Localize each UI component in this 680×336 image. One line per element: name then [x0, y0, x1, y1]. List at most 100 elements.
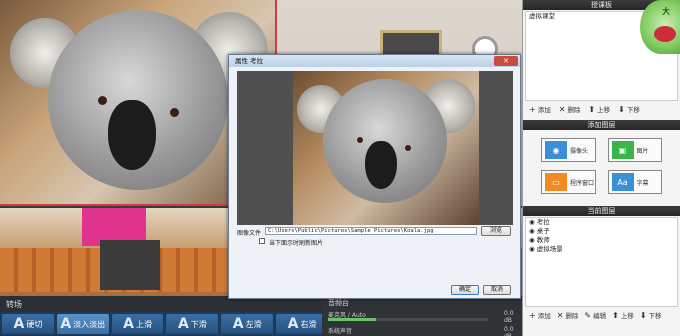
transition-slide-down-button[interactable]: A 下滑 — [166, 314, 219, 334]
op-label: 上移 — [620, 312, 634, 320]
koala-eye-right — [405, 145, 411, 151]
layer-item[interactable]: ◉ 考拉 — [526, 218, 677, 227]
add-subtitle-button[interactable]: Aa 字幕 — [607, 170, 662, 194]
eye-icon[interactable]: ◉ — [529, 227, 537, 235]
transition-slide-up-button[interactable]: A 上滑 — [111, 314, 164, 334]
koala-eye-left — [98, 96, 107, 105]
add-window-button[interactable]: ▭ 程序窗口 — [541, 170, 596, 194]
koala-nose — [365, 141, 397, 189]
transition-hard-cut-button[interactable]: A 硬切 — [2, 314, 54, 334]
layer-name: 虚拟场景 — [536, 245, 563, 253]
camera-icon: ◉ — [545, 141, 567, 159]
transition-glyph-icon: A — [287, 316, 299, 332]
edit-button[interactable]: ✎ 编辑 — [584, 310, 606, 320]
lesson-board-ops: + 添加 ✕ 删除 ⬆ 上移 ⬇ 下移 — [523, 102, 680, 116]
layer-name: 考拉 — [536, 218, 550, 226]
transition-label: 左滑 — [245, 319, 262, 329]
op-label: 上移 — [597, 106, 611, 114]
refresh-checkbox[interactable] — [259, 238, 265, 244]
ok-button[interactable]: 确定 — [451, 285, 479, 295]
layer-item[interactable]: ◉ 桌子 — [526, 227, 677, 236]
transitions-bar: A 硬切 A 淡入淡出 A 上滑 A 下滑 A 左滑 A 右滑 — [0, 312, 330, 336]
mic-value: 0.0 dB — [504, 310, 514, 324]
logo-red-shape — [654, 26, 676, 42]
op-label: 下移 — [626, 106, 640, 114]
add-layer-header: 添加图层 — [523, 120, 680, 130]
arrow-down-icon: ⬇ — [618, 105, 625, 114]
x-icon: ✕ — [556, 311, 564, 320]
arrow-up-icon: ⬆ — [612, 311, 619, 320]
current-layers-header: 当前图层 — [523, 206, 680, 216]
properties-dialog: 属性 考拉 ✕ 图像文件 C:\Users\Public\Pictures\Sa… — [228, 54, 521, 299]
dialog-title: 属性 考拉 — [235, 57, 264, 65]
close-icon[interactable]: ✕ — [494, 56, 518, 66]
image-preview — [237, 71, 513, 225]
transition-glyph-icon: A — [60, 316, 72, 332]
add-button[interactable]: + 添加 — [529, 310, 551, 320]
delete-button[interactable]: ✕ 删除 — [559, 104, 581, 114]
desk-center — [100, 240, 160, 290]
mic-volume-slider[interactable] — [328, 318, 488, 321]
transition-label: 淡入淡出 — [73, 319, 106, 329]
op-label: 删除 — [567, 106, 581, 114]
plus-icon: + — [529, 105, 536, 114]
x-icon: ✕ — [558, 105, 566, 114]
op-label: 编辑 — [593, 312, 607, 320]
current-layers-ops: + 添加 ✕ 删除 ✎ 编辑 ⬆ 上移 ⬇ 下移 — [523, 308, 680, 322]
op-label: 添加 — [537, 312, 551, 320]
move-up-button[interactable]: ⬆ 上移 — [588, 104, 610, 114]
current-layers-list: ◉ 考拉 ◉ 桌子 ◉ 教师 ◉ 虚拟场景 — [525, 217, 678, 307]
arrow-down-icon: ⬇ — [639, 311, 647, 320]
transition-label: 上滑 — [135, 319, 152, 329]
layer-name: 教师 — [536, 236, 550, 244]
transition-glyph-icon: A — [177, 316, 189, 332]
op-label: 添加 — [537, 106, 551, 114]
eye-icon[interactable]: ◉ — [529, 245, 537, 253]
layer-item[interactable]: ◉ 虚拟场景 — [526, 245, 677, 254]
dialog-titlebar[interactable]: 属性 考拉 ✕ — [229, 55, 520, 67]
layer-item[interactable]: ◉ 教师 — [526, 236, 677, 245]
add-button[interactable]: + 添加 — [529, 104, 551, 114]
transition-glyph-icon: A — [13, 316, 25, 332]
koala-nose — [108, 100, 156, 170]
system-sound-label: 系统声音 — [328, 328, 353, 335]
layer-name: 桌子 — [536, 227, 550, 235]
op-label: 删除 — [565, 312, 579, 320]
wrench-icon: ✎ — [584, 311, 592, 320]
transition-glyph-icon: A — [232, 316, 244, 332]
add-image-button[interactable]: ▣ 图片 — [607, 138, 662, 162]
transition-slide-right-button[interactable]: A 右滑 — [276, 314, 328, 334]
logo-text: 大 — [662, 7, 670, 16]
transition-label: 右滑 — [300, 319, 317, 329]
transition-slide-left-button[interactable]: A 左滑 — [221, 314, 274, 334]
add-layer-label: 图片 — [636, 147, 649, 155]
add-layer-label: 程序窗口 — [570, 179, 595, 187]
koala-preview-image — [293, 71, 479, 225]
add-camera-button[interactable]: ◉ 摄像头 — [541, 138, 596, 162]
add-layer-label: 摄像头 — [570, 147, 589, 155]
move-down-button[interactable]: ⬇ 下移 — [618, 104, 640, 114]
transition-fade-button[interactable]: A 淡入淡出 — [56, 314, 109, 334]
plus-icon: + — [529, 311, 536, 320]
koala-eye-left — [357, 137, 363, 143]
transition-glyph-icon: A — [123, 316, 134, 332]
cancel-button[interactable]: 取消 — [483, 285, 511, 295]
brand-logo: 大 — [640, 0, 680, 54]
delete-button[interactable]: ✕ 删除 — [557, 310, 579, 320]
koala-eye-right — [170, 108, 179, 117]
text-icon: Aa — [611, 173, 634, 191]
file-path-field[interactable]: C:\Users\Public\Pictures\Sample Pictures… — [265, 227, 477, 235]
window-icon: ▭ — [545, 173, 567, 191]
arrow-up-icon: ⬆ — [588, 105, 596, 114]
audio-panel: 音频台 麦克风 / Auto 0.0 dB 系统声音 0.0 dB — [322, 296, 522, 336]
eye-icon[interactable]: ◉ — [529, 236, 537, 244]
file-label: 图像文件 — [237, 230, 262, 237]
move-up-button[interactable]: ⬆ 上移 — [612, 310, 634, 320]
move-down-button[interactable]: ⬇ 下移 — [640, 310, 662, 320]
refresh-checkbox-label: 当下面示时刷新图片 — [269, 240, 324, 247]
add-layer-label: 字幕 — [636, 179, 649, 187]
transition-label: 下滑 — [190, 319, 207, 329]
browse-button[interactable]: 浏览 — [481, 226, 511, 236]
add-layer-grid: ◉ 摄像头 ▣ 图片 ▭ 程序窗口 Aa 字幕 — [523, 130, 680, 202]
eye-icon[interactable]: ◉ — [529, 218, 537, 226]
